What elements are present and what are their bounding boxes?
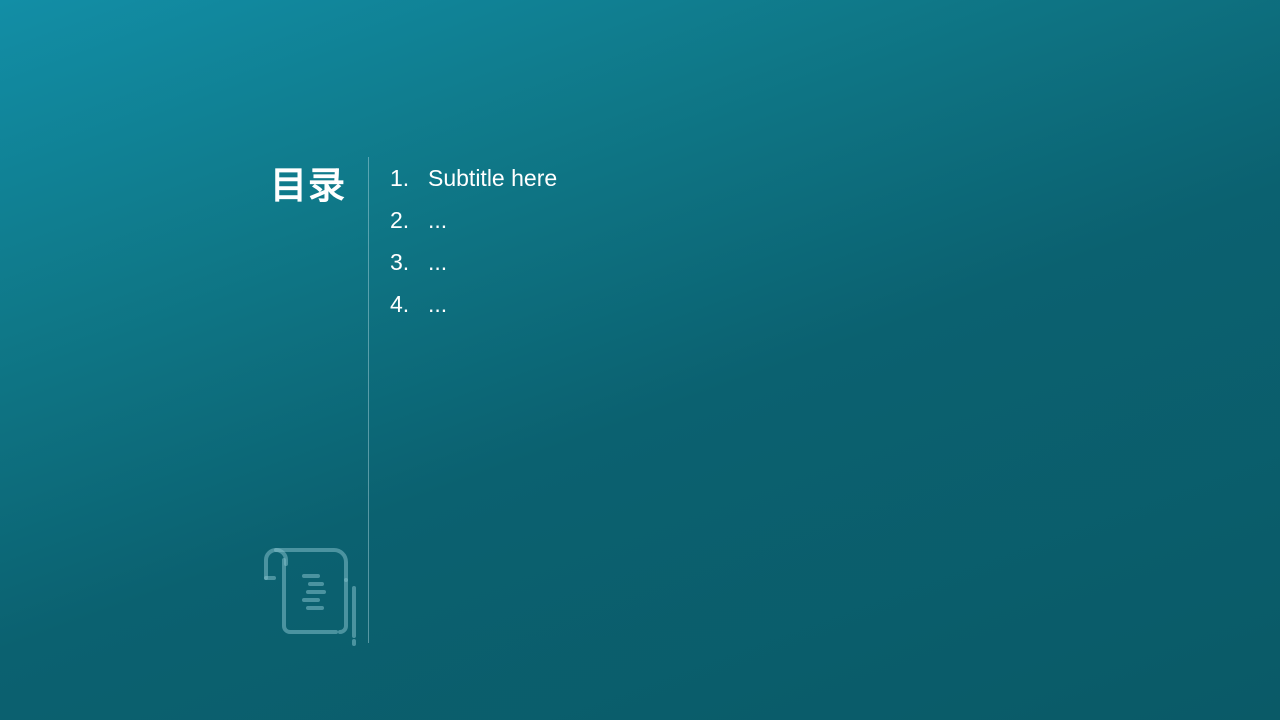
toc-item: 3. ... [390,241,557,283]
toc-item-number: 2. [390,206,410,233]
toc-item-text: ... [428,248,448,275]
toc-item-text: ... [428,290,448,317]
toc-item-text: Subtitle here [428,164,558,191]
toc-item-number: 4. [390,290,410,317]
toc-item: 2. ... [390,199,557,241]
toc-heading: 目录 [270,165,346,206]
slide: 目录 1. Subtitle here 2. ... 3. ... 4. ... [0,0,1280,720]
toc-item-number: 3. [390,248,410,275]
scroll-document-icon [262,546,358,646]
toc-item: 4. ... [390,283,557,325]
toc-item-number: 1. [390,164,410,191]
toc-item: 1. Subtitle here [390,157,557,199]
vertical-divider [368,157,369,643]
toc-list: 1. Subtitle here 2. ... 3. ... 4. ... [390,157,557,325]
toc-item-text: ... [428,206,448,233]
